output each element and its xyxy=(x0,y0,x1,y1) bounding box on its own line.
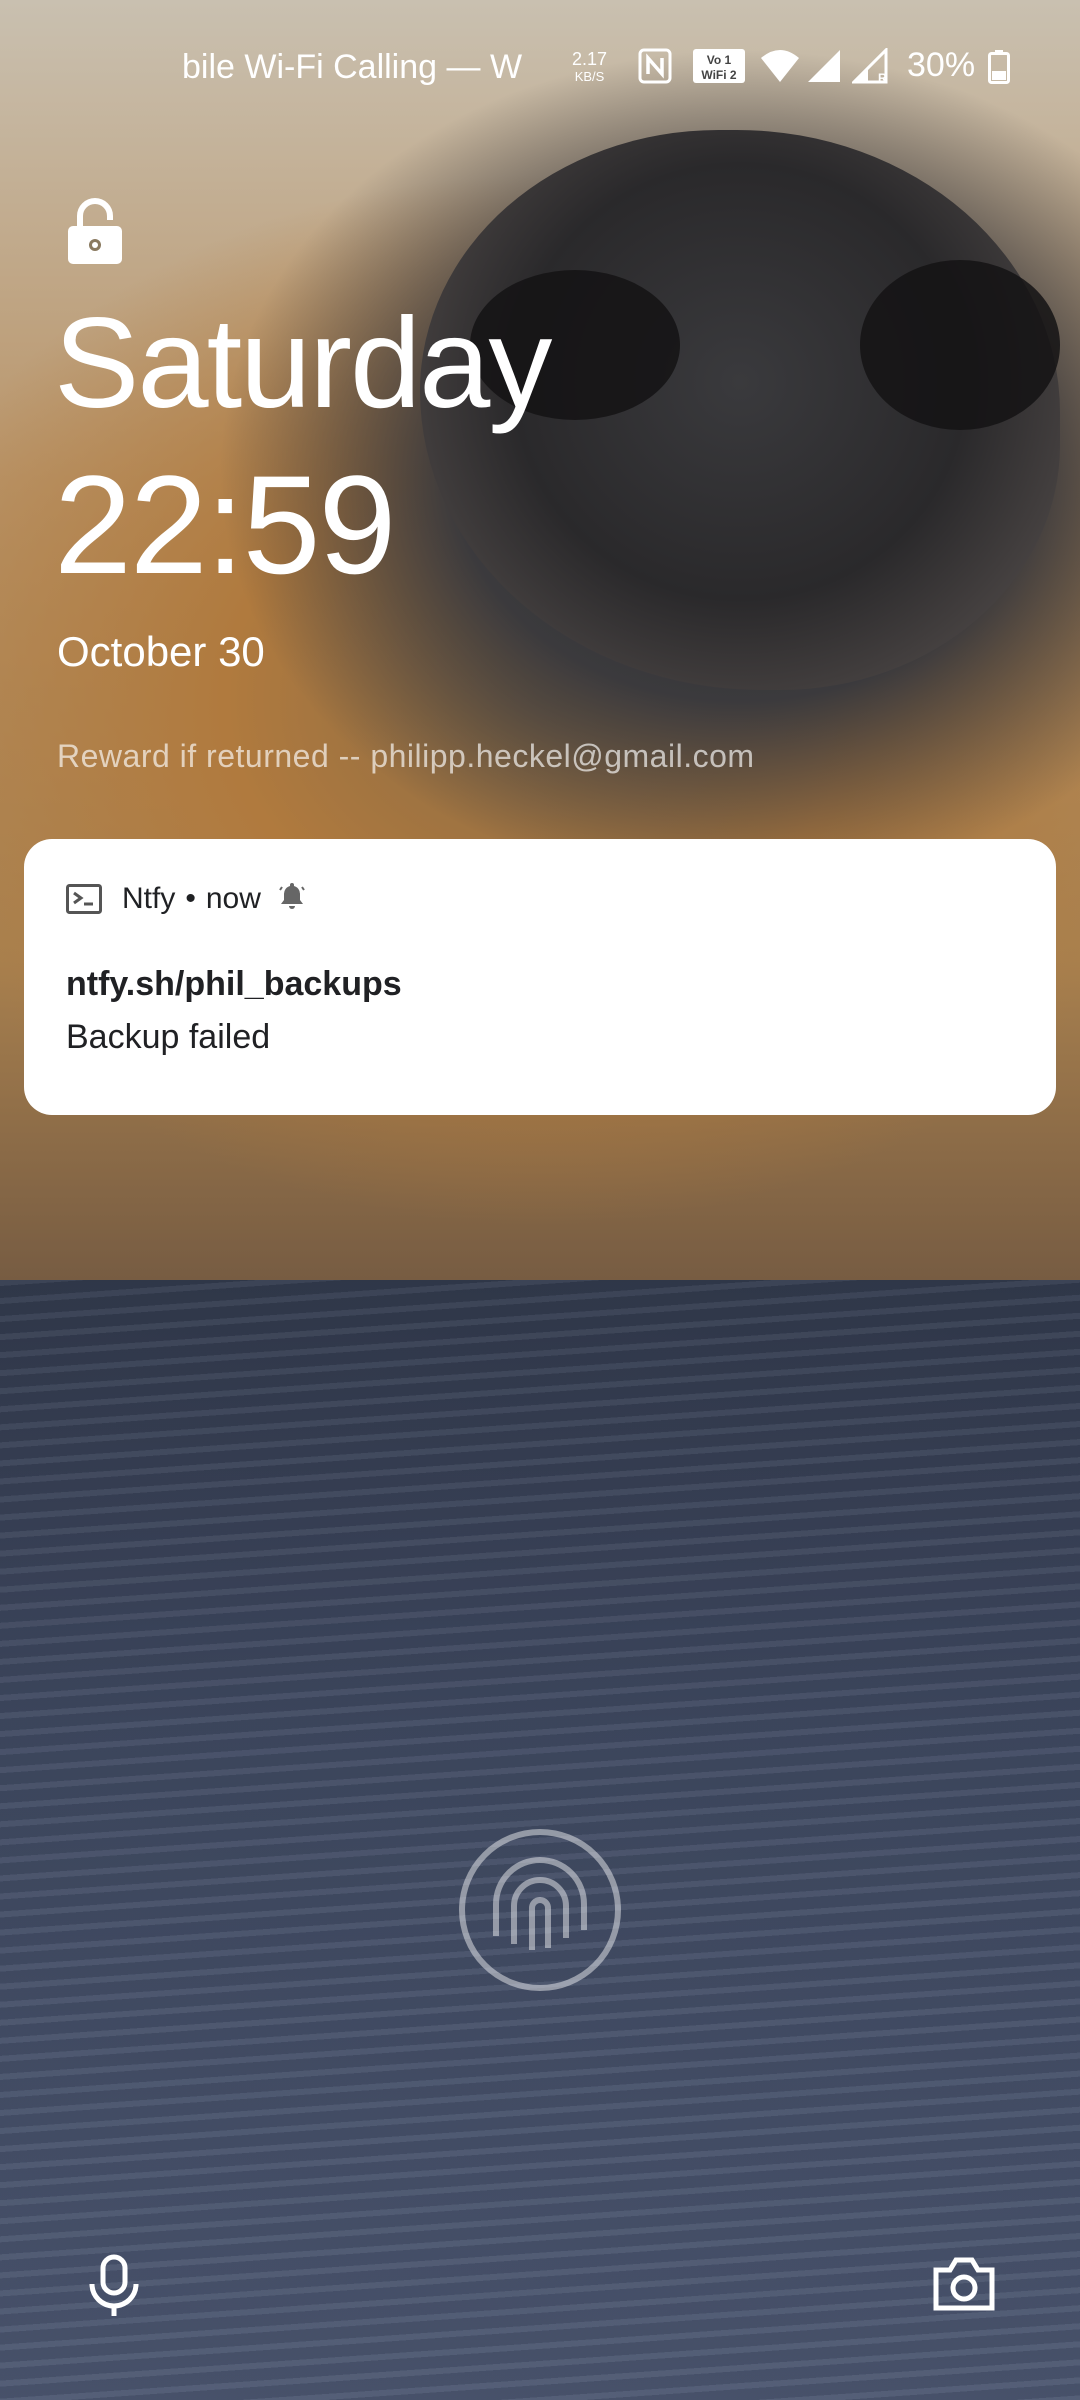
lockscreen-date: October 30 xyxy=(57,628,265,675)
network-speed: 2.17 KB/S xyxy=(572,50,607,86)
vowifi-icon: Vo 1 WiFi 2 xyxy=(692,48,746,93)
network-speed-unit: KB/S xyxy=(574,69,605,84)
lockscreen-day: Saturday xyxy=(54,292,552,435)
carrier-label: bile Wi-Fi Calling — W xyxy=(182,48,523,86)
svg-text:R: R xyxy=(878,71,887,84)
nfc-icon xyxy=(638,48,672,93)
notification-card[interactable]: Ntfy • now ntfy.sh/phil_backups Backup f… xyxy=(24,839,1056,1115)
microphone-icon[interactable] xyxy=(84,2254,144,2323)
notification-separator: • xyxy=(185,882,196,915)
signal-roaming-icon: R xyxy=(850,46,890,93)
wifi-icon xyxy=(760,48,800,93)
network-speed-value: 2.17 xyxy=(572,49,608,69)
lockscreen-clock: 22:59 xyxy=(54,446,396,603)
svg-text:Vo 1: Vo 1 xyxy=(707,53,732,67)
camera-icon[interactable] xyxy=(932,2256,996,2317)
status-bar: bile Wi-Fi Calling — W 2.17 KB/S Vo 1 WiF… xyxy=(0,0,1080,136)
signal-strength-icon xyxy=(806,48,842,93)
battery-percent: 30% xyxy=(907,46,976,84)
notification-title: ntfy.sh/phil_backups xyxy=(66,965,402,1003)
notification-message: Backup failed xyxy=(66,1018,271,1056)
alerting-bell-icon xyxy=(279,881,305,917)
lock-open-icon[interactable] xyxy=(66,198,124,271)
wallpaper-nostril-right xyxy=(860,260,1060,430)
battery-icon xyxy=(988,50,1010,93)
fingerprint-icon[interactable] xyxy=(456,1826,624,1999)
terminal-icon xyxy=(66,884,102,914)
svg-text:WiFi 2: WiFi 2 xyxy=(701,68,737,82)
notification-app-name: Ntfy xyxy=(122,882,176,915)
notification-header: Ntfy • now xyxy=(66,879,305,919)
owner-info: Reward if returned -- philipp.heckel@gma… xyxy=(57,738,755,774)
notification-time: now xyxy=(205,882,261,915)
